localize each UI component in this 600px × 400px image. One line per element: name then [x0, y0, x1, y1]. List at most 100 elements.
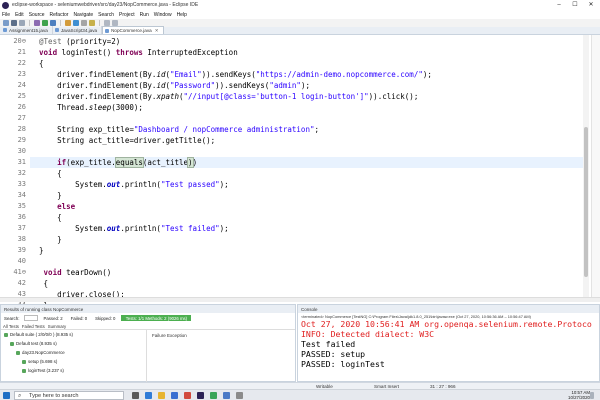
code-line[interactable]: @Test (priority=2): [30, 36, 120, 47]
mail-icon[interactable]: [184, 392, 191, 399]
search-input[interactable]: [23, 315, 38, 321]
tab-assignment15[interactable]: Assignment15.java: [1, 26, 53, 34]
line-number: 25: [17, 92, 26, 100]
tab-summary[interactable]: Summary: [48, 324, 66, 329]
code-token: out: [106, 224, 121, 233]
line-number: 23: [17, 70, 26, 78]
code-line[interactable]: }: [30, 234, 62, 245]
tree-item-logintest[interactable]: loginTest (3.237 s): [22, 368, 64, 373]
code-line[interactable]: }: [30, 190, 62, 201]
tree-item-class[interactable]: day23.NopCommerce: [16, 350, 65, 355]
code-area[interactable]: @Test (priority=2) void loginTest() thro…: [30, 35, 590, 321]
code-line[interactable]: void loginTest() throws InterruptedExcep…: [30, 47, 238, 58]
line-number: 39: [17, 246, 26, 254]
menu-source[interactable]: Source: [29, 12, 45, 18]
line-number: 26: [17, 103, 26, 111]
tree-item-suite[interactable]: Default suite ( 2/0/0/0 ) (8.935 s): [4, 332, 73, 337]
code-line[interactable]: {: [30, 58, 44, 69]
menu-refactor[interactable]: Refactor: [50, 12, 69, 18]
menu-run[interactable]: Run: [140, 12, 149, 18]
code-line[interactable]: {: [30, 212, 62, 223]
code-line[interactable]: Thread.sleep(3000);: [30, 102, 143, 113]
code-token: (3000);: [111, 103, 143, 112]
skipped-label: Skipped: 0: [95, 315, 116, 321]
code-line[interactable]: if(exp_title.equals(act_title)): [30, 157, 197, 168]
tab-label: JavaScript34.java: [60, 27, 98, 33]
search-icon: ⌕: [18, 393, 22, 399]
code-line[interactable]: driver.findElement(By.id("Password")).se…: [30, 80, 310, 91]
code-line[interactable]: driver.findElement(By.xpath("//input[@cl…: [30, 91, 418, 102]
menu-navigate[interactable]: Navigate: [73, 12, 93, 18]
code-line[interactable]: {: [30, 278, 49, 289]
system-clock[interactable]: 10:57 AM 10/27/2020: [568, 390, 590, 400]
code-line[interactable]: void tearDown(): [30, 267, 112, 278]
notepad-icon[interactable]: [223, 392, 230, 399]
code-token: {: [30, 169, 62, 178]
horizontal-scrollbar[interactable]: [0, 297, 600, 302]
code-token: "//input[@class='button-1 login-button']…: [183, 92, 369, 101]
code-line[interactable]: driver.findElement(By.id("Email")).sendK…: [30, 69, 432, 80]
console-line: PASSED: loginTest: [301, 359, 385, 369]
line-number: 27: [17, 114, 26, 122]
code-line[interactable]: String act_title=driver.getTitle();: [30, 135, 215, 146]
menu-help[interactable]: Help: [177, 12, 187, 18]
close-tab-icon[interactable]: ✕: [155, 28, 159, 34]
tree-item-test[interactable]: Default test (8.935 s): [10, 341, 57, 346]
code-line[interactable]: else: [30, 201, 75, 212]
code-token: }: [30, 246, 44, 255]
file-explorer-icon[interactable]: [158, 392, 165, 399]
tab-failed-tests[interactable]: Failed Tests: [22, 324, 45, 329]
maximize-button[interactable]: ☐: [568, 0, 582, 10]
eclipse-taskbar-icon[interactable]: [197, 392, 204, 399]
progress-summary: Tests: 1/1 Methods: 2 (9026 ms): [121, 315, 192, 321]
eclipse-icon: [2, 1, 9, 9]
tab-javascript34[interactable]: JavaScript34.java: [53, 26, 103, 34]
notifications-icon[interactable]: [590, 392, 594, 399]
windows-start-icon[interactable]: [3, 392, 10, 399]
console-line: Test failed: [301, 339, 356, 349]
code-line[interactable]: System.out.println("Test passed");: [30, 179, 229, 190]
menu-window[interactable]: Window: [154, 12, 172, 18]
store-icon[interactable]: [171, 392, 178, 399]
code-token: throws: [115, 48, 143, 57]
console-status: <terminated> NopCommerce [TestNG] C:\Pro…: [301, 314, 531, 319]
failure-exception-pane: Failure Exception: [149, 330, 295, 382]
menu-file[interactable]: File: [2, 12, 10, 18]
code-line[interactable]: System.out.println("Test failed");: [30, 223, 229, 234]
line-number: 42: [17, 279, 26, 287]
code-editor[interactable]: 20⊖ 21 22 23 24 25 26 27 28 29 30 31 32 33 34 35 36 37 38 3…: [0, 35, 600, 331]
task-view-icon[interactable]: [132, 392, 139, 399]
close-button[interactable]: ✕: [584, 0, 598, 10]
menu-edit[interactable]: Edit: [15, 12, 24, 18]
menu-search[interactable]: Search: [98, 12, 114, 18]
minimize-button[interactable]: –: [552, 0, 566, 10]
code-token: .println(: [120, 224, 161, 233]
edge-icon[interactable]: [145, 392, 152, 399]
console-output[interactable]: Oct 27, 2020 10:56:41 AM org.openqa.sele…: [298, 320, 599, 382]
line-number: 36: [17, 213, 26, 221]
tab-all-tests[interactable]: All Tests: [3, 324, 19, 329]
tree-item-setup[interactable]: setup (5.698 s): [22, 359, 57, 364]
failed-label: Failed: 0: [70, 315, 88, 321]
code-token: ): [192, 158, 198, 167]
test-icon: [10, 341, 14, 346]
taskbar-search-box[interactable]: ⌕ Type here to search: [14, 391, 124, 400]
line-number: 29: [17, 136, 26, 144]
line-number: 22: [17, 59, 26, 67]
menu-project[interactable]: Project: [119, 12, 135, 18]
code-line[interactable]: {: [30, 168, 62, 179]
line-number: 35: [17, 202, 26, 210]
search-placeholder: Type here to search: [29, 392, 79, 399]
failed-count: Failed: 0: [69, 315, 89, 321]
code-line[interactable]: String exp_title="Dashboard / nopCommerc…: [30, 124, 319, 135]
code-token: void: [39, 48, 58, 57]
tab-nopcommerce[interactable]: NopCommerce.java ✕: [102, 26, 164, 34]
scrollbar-thumb[interactable]: [584, 127, 588, 277]
code-line[interactable]: }: [30, 245, 44, 256]
vertical-scrollbar[interactable]: [583, 35, 589, 297]
chrome-icon[interactable]: [210, 392, 217, 399]
app-icon[interactable]: [236, 392, 243, 399]
